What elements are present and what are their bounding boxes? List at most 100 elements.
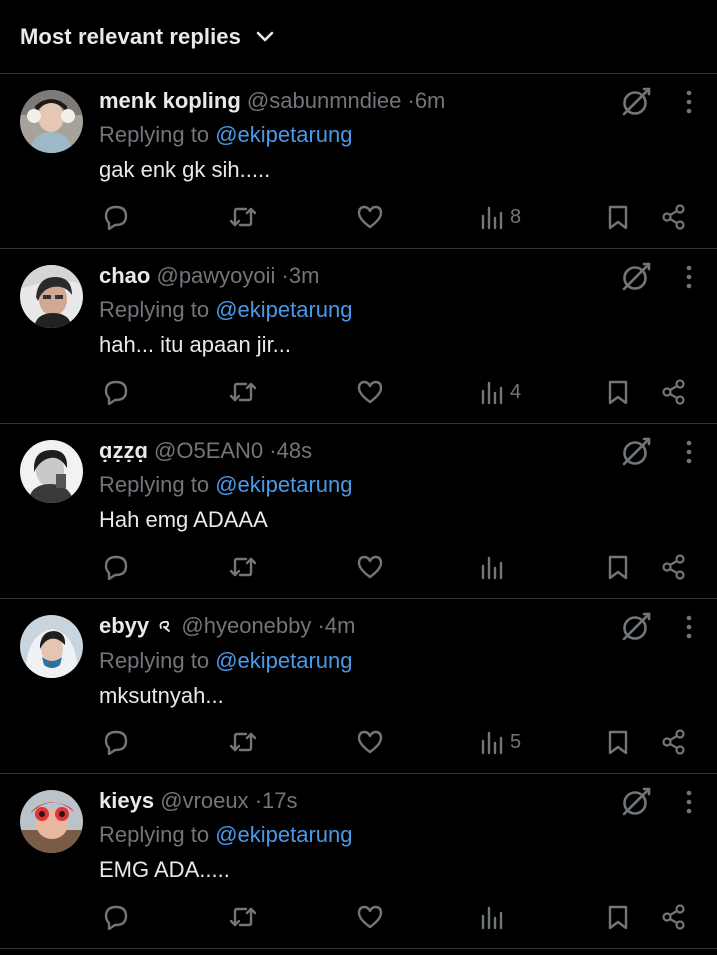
replying-to-label: Replying to [99, 472, 210, 497]
like-button[interactable] [356, 729, 384, 755]
views-count: 5 [510, 730, 522, 753]
replying-to-mention[interactable]: @ekipetarung [215, 122, 352, 147]
views-icon [480, 729, 504, 755]
repost-icon [228, 729, 258, 755]
share-icon [661, 554, 687, 580]
heart-icon [356, 554, 384, 580]
author-handle[interactable]: @vroeux [160, 788, 248, 813]
reply-item[interactable]: ebyy @hyeonebby ·4m Replying to @ekipeta… [0, 599, 717, 774]
reply-text: gak enk gk sih..... [99, 157, 271, 182]
bookmark-button[interactable] [607, 379, 629, 405]
more-vertical-icon[interactable] [676, 88, 702, 116]
share-button[interactable] [661, 554, 687, 580]
bookmark-button[interactable] [607, 554, 629, 580]
replying-to-label: Replying to [99, 822, 210, 847]
grok-icon[interactable] [620, 261, 652, 293]
bookmark-icon [607, 379, 629, 405]
replying-to-mention[interactable]: @ekipetarung [215, 472, 352, 497]
author-handle[interactable]: @sabunmndiee [247, 88, 401, 113]
like-button[interactable] [356, 379, 384, 405]
like-button[interactable] [356, 904, 384, 930]
author-name[interactable]: chao [99, 263, 150, 288]
more-vertical-icon[interactable] [676, 613, 702, 641]
reply-header: kieys @vroeux ·17s [99, 785, 697, 817]
more-vertical-icon[interactable] [676, 788, 702, 816]
reply-header: menk kopling @sabunmndiee ·6m [99, 85, 697, 117]
author-handle[interactable]: @O5EAN0 [154, 438, 263, 463]
sort-replies-dropdown[interactable]: Most relevant replies [20, 24, 275, 50]
share-button[interactable] [661, 729, 687, 755]
reply-item[interactable]: menk kopling @sabunmndiee ·6m Replying t… [0, 74, 717, 249]
repost-button[interactable] [228, 204, 258, 230]
replying-to-line: Replying to @ekipetarung [99, 643, 697, 678]
replying-to-mention[interactable]: @ekipetarung [215, 822, 352, 847]
author-name[interactable]: ɑ̣ẓẓɑ̣ [99, 438, 148, 463]
more-vertical-icon[interactable] [676, 263, 702, 291]
reply-button[interactable] [103, 204, 129, 230]
timestamp[interactable]: 48s [277, 438, 312, 463]
grok-icon[interactable] [620, 611, 652, 643]
reply-body: ebyy @hyeonebby ·4m Replying to @ekipeta… [99, 610, 697, 714]
separator-dot: · [281, 263, 289, 288]
share-icon [661, 904, 687, 930]
reply-item[interactable]: kieys @vroeux ·17s Replying to @ekipetar… [0, 774, 717, 949]
heart-icon [356, 379, 384, 405]
like-button[interactable] [356, 204, 384, 230]
grok-icon[interactable] [620, 786, 652, 818]
bookmark-button[interactable] [607, 904, 629, 930]
views-button[interactable]: 8 [480, 204, 521, 230]
replying-to-mention[interactable]: @ekipetarung [215, 297, 352, 322]
repost-button[interactable] [228, 904, 258, 930]
views-button[interactable]: 5 [480, 729, 521, 755]
replying-to-mention[interactable]: @ekipetarung [215, 648, 352, 673]
replying-to-line: Replying to @ekipetarung [99, 817, 697, 852]
timestamp[interactable]: 3m [289, 263, 320, 288]
avatar[interactable] [20, 790, 83, 853]
separator-dot: · [407, 88, 415, 113]
repost-button[interactable] [228, 379, 258, 405]
avatar[interactable] [20, 615, 83, 678]
bookmark-button[interactable] [607, 204, 629, 230]
views-button[interactable] [480, 904, 510, 930]
author-name[interactable]: ebyy [99, 613, 149, 638]
share-icon [661, 204, 687, 230]
author-name[interactable]: kieys [99, 788, 154, 813]
like-button[interactable] [356, 554, 384, 580]
views-count: 4 [510, 380, 522, 403]
repost-button[interactable] [228, 729, 258, 755]
grok-icon[interactable] [620, 86, 652, 118]
replying-to-line: Replying to @ekipetarung [99, 467, 697, 502]
replying-to-line: Replying to @ekipetarung [99, 292, 697, 327]
share-button[interactable] [661, 379, 687, 405]
views-button[interactable]: 4 [480, 379, 521, 405]
avatar[interactable] [20, 90, 83, 153]
bookmark-icon [607, 904, 629, 930]
reply-button[interactable] [103, 554, 129, 580]
timestamp[interactable]: 17s [262, 788, 297, 813]
share-button[interactable] [661, 204, 687, 230]
reply-button[interactable] [103, 729, 129, 755]
views-count: 8 [510, 205, 522, 228]
avatar[interactable] [20, 440, 83, 503]
reply-text: EMG ADA..... [99, 857, 230, 882]
bookmark-button[interactable] [607, 729, 629, 755]
avatar[interactable] [20, 265, 83, 328]
reply-button[interactable] [103, 904, 129, 930]
timestamp[interactable]: 6m [415, 88, 446, 113]
grok-icon[interactable] [620, 436, 652, 468]
author-handle[interactable]: @pawyoyoii [156, 263, 275, 288]
reply-body: ɑ̣ẓẓɑ̣ @O5EAN0 ·48s Replying to @ekipeta… [99, 435, 697, 538]
reply-item[interactable]: ɑ̣ẓẓɑ̣ @O5EAN0 ·48s Replying to @ekipeta… [0, 424, 717, 599]
share-button[interactable] [661, 904, 687, 930]
reply-button[interactable] [103, 379, 129, 405]
reply-icon [103, 204, 129, 230]
reply-item[interactable]: chao @pawyoyoii ·3m Replying to @ekipeta… [0, 249, 717, 424]
views-button[interactable] [480, 554, 510, 580]
repost-button[interactable] [228, 554, 258, 580]
author-name[interactable]: menk kopling [99, 88, 241, 113]
separator-dot: · [254, 788, 263, 813]
reply-text: hah... itu apaan jir... [99, 332, 292, 357]
more-vertical-icon[interactable] [676, 438, 702, 466]
author-handle[interactable]: @hyeonebby [181, 613, 311, 638]
timestamp[interactable]: 4m [325, 613, 356, 638]
